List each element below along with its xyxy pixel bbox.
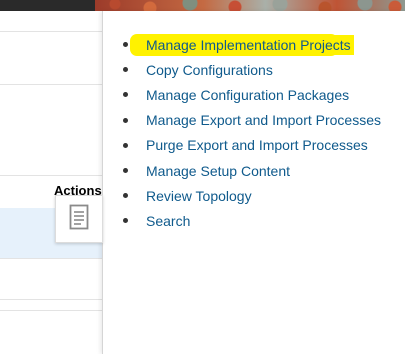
menu-item-manage-export-import-processes[interactable]: Manage Export and Import Processes: [102, 108, 405, 133]
divider: [0, 175, 102, 176]
menu-item-manage-configuration-packages[interactable]: Manage Configuration Packages: [102, 82, 405, 107]
menu-link[interactable]: Purge Export and Import Processes: [146, 137, 368, 153]
menu-item-manage-setup-content[interactable]: Manage Setup Content: [102, 158, 405, 183]
menu-link[interactable]: Manage Implementation Projects: [145, 34, 354, 55]
actions-button[interactable]: [55, 195, 103, 243]
bullet-icon: [123, 142, 128, 148]
menu-link[interactable]: Copy Configurations: [146, 62, 273, 78]
bullet-icon: [123, 117, 128, 123]
menu-link[interactable]: Search: [146, 213, 190, 229]
bullet-icon: [123, 218, 128, 224]
menu-item-review-topology[interactable]: Review Topology: [102, 183, 405, 208]
divider: [0, 84, 102, 85]
menu-link[interactable]: Manage Setup Content: [146, 163, 290, 179]
bullet-icon: [123, 167, 128, 173]
bullet-icon: [123, 92, 128, 98]
bullet-icon: [123, 42, 128, 47]
menu-item-manage-implementation-projects[interactable]: Manage Implementation Projects: [102, 32, 405, 57]
bullet-icon: [123, 67, 128, 73]
divider: [0, 31, 102, 32]
divider: [0, 310, 102, 311]
menu-link[interactable]: Manage Export and Import Processes: [146, 112, 381, 128]
actions-menu: Manage Implementation Projects Copy Conf…: [102, 32, 405, 234]
menu-item-purge-export-import-processes[interactable]: Purge Export and Import Processes: [102, 133, 405, 158]
divider: [0, 258, 102, 259]
menu-item-search[interactable]: Search: [102, 208, 405, 233]
document-icon: [69, 204, 89, 235]
bullet-icon: [123, 193, 128, 199]
menu-item-copy-configurations[interactable]: Copy Configurations: [102, 57, 405, 82]
divider: [0, 299, 102, 300]
menu-link[interactable]: Manage Configuration Packages: [146, 87, 349, 103]
banner-image: [95, 0, 405, 11]
menu-link[interactable]: Review Topology: [146, 188, 252, 204]
